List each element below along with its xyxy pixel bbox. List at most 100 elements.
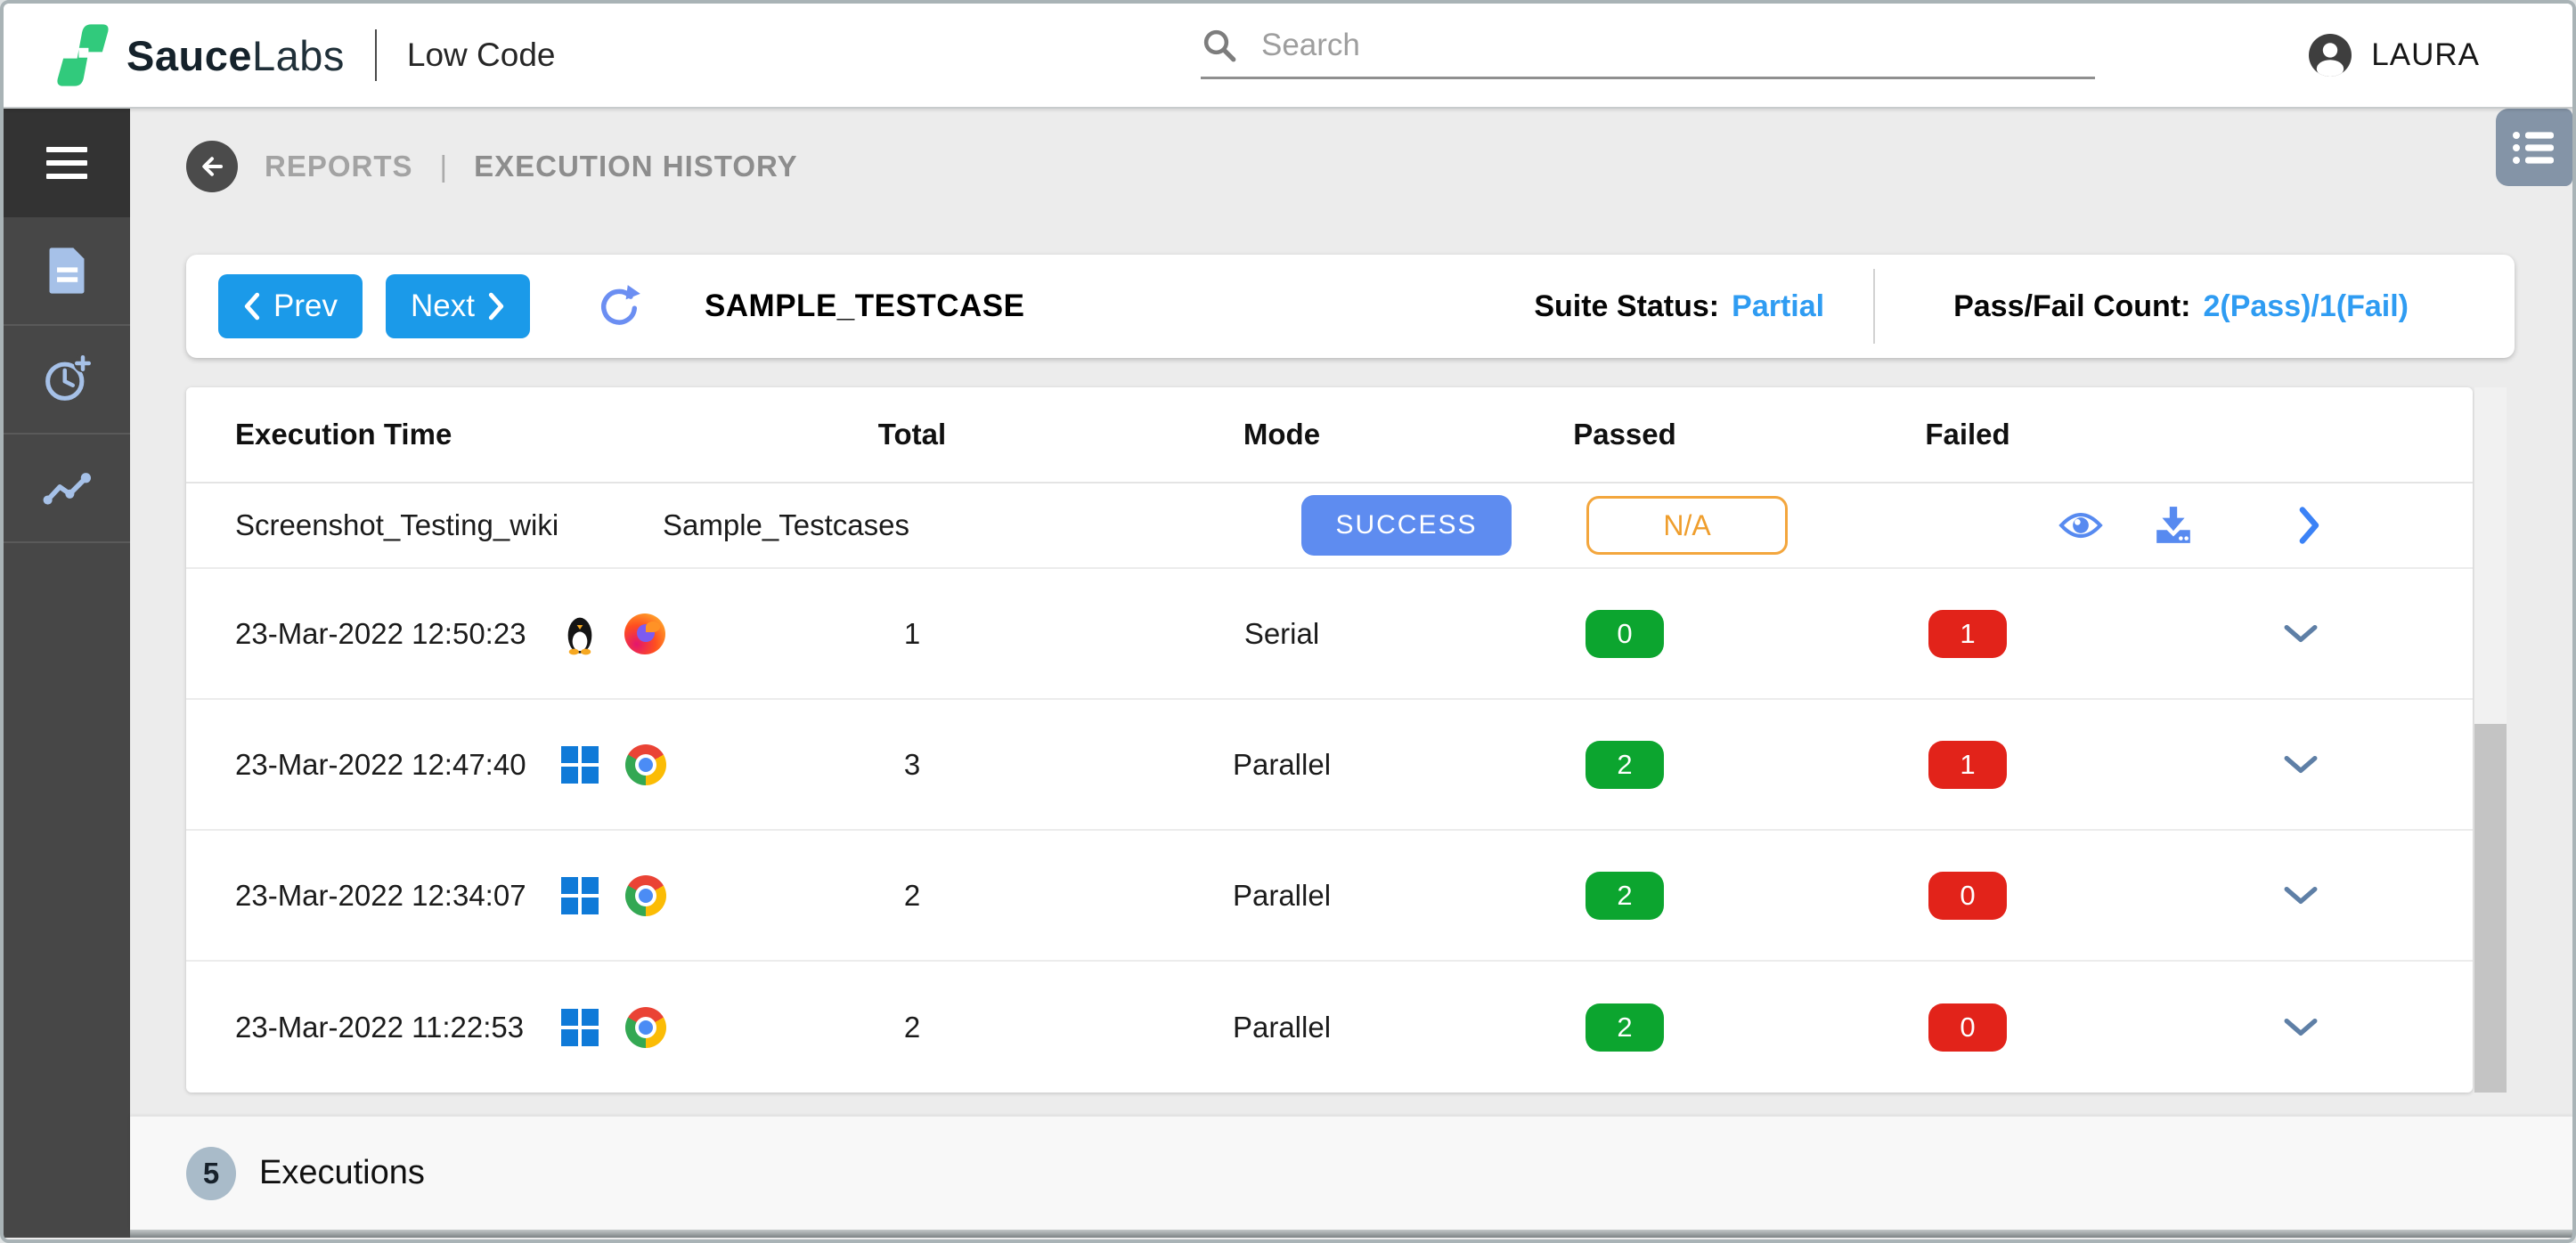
suite-status-value: Partial <box>1732 288 1825 323</box>
sidebar-item-reports[interactable] <box>4 217 130 326</box>
suite-toolbar: Prev Next SAMPLE_TESTCASE Suite Status: … <box>186 255 2515 358</box>
chevron-left-icon <box>244 292 260 321</box>
chevron-down-icon <box>2284 886 2317 904</box>
executions-table: Execution Time Total Mode Passed Failed … <box>186 387 2473 1093</box>
failed-count-badge: 1 <box>1928 609 2007 658</box>
arrow-left-icon <box>202 157 223 176</box>
expand-row-button[interactable] <box>2284 755 2318 775</box>
execution-mode: Parallel <box>1232 747 1332 781</box>
open-suite-button[interactable] <box>2299 507 2320 544</box>
scrollbar-track[interactable] <box>2474 387 2507 1093</box>
header-mode: Mode <box>1243 418 1321 451</box>
brand-bold: Sauce <box>126 31 252 79</box>
failed-count-badge: 1 <box>1928 740 2007 789</box>
sidebar <box>4 109 130 1238</box>
search-bar[interactable] <box>1201 27 2095 79</box>
clock-plus-icon <box>45 355 91 401</box>
chevron-right-icon <box>2299 507 2319 544</box>
expand-row-button[interactable] <box>2284 624 2318 644</box>
app-window: SauceLabs Low Code LAURA <box>0 0 2576 1243</box>
sidebar-item-trends[interactable] <box>4 435 130 543</box>
pass-fail-value: 2(Pass)/1(Fail) <box>2203 288 2409 323</box>
eye-icon <box>2058 512 2103 539</box>
passed-count-badge: 2 <box>1586 740 1664 789</box>
total-count: 3 <box>903 747 921 781</box>
hamburger-icon <box>46 147 87 179</box>
saucelabs-logo-icon <box>57 24 109 86</box>
brand-name: SauceLabs <box>126 31 345 80</box>
user-menu[interactable]: LAURA <box>2309 34 2572 77</box>
product-name: Low Code <box>406 37 556 73</box>
windows-icon <box>561 745 599 784</box>
suite-run-name: Screenshot_Testing_wiki <box>235 508 559 541</box>
execution-time: 23-Mar-2022 11:22:53 <box>235 1010 525 1044</box>
header-failed: Failed <box>1925 418 2010 451</box>
next-button[interactable]: Next <box>385 274 530 338</box>
back-button[interactable] <box>186 141 238 192</box>
search-input[interactable] <box>1261 28 2095 63</box>
topbar: SauceLabs Low Code LAURA <box>4 4 2572 109</box>
breadcrumb-reports[interactable]: REPORTS <box>265 150 413 183</box>
execution-row: 23-Mar-2022 12:50:23 1 Serial 0 1 <box>186 569 2473 700</box>
execution-time: 23-Mar-2022 12:47:40 <box>235 747 526 781</box>
passed-badge-na: N/A <box>1586 496 1788 555</box>
platform-icons <box>525 743 703 785</box>
avatar-icon <box>2309 34 2352 77</box>
executions-label: Executions <box>259 1154 425 1191</box>
summary-actions <box>1807 505 2473 546</box>
expand-row-button[interactable] <box>2284 886 2318 906</box>
document-icon <box>49 248 85 294</box>
download-button[interactable] <box>2153 505 2194 546</box>
passed-count-badge: 2 <box>1586 871 1664 920</box>
download-icon <box>2156 507 2190 543</box>
breadcrumb-separator: | <box>439 150 448 183</box>
suite-summary-row: Screenshot_Testing_wiki Sample_Testcases… <box>186 483 2473 569</box>
prev-button[interactable]: Prev <box>218 274 363 338</box>
next-label: Next <box>410 288 475 323</box>
passed-count-badge: 2 <box>1586 1003 1664 1052</box>
bottom-shade <box>130 1230 2572 1238</box>
firefox-icon <box>624 613 665 654</box>
expand-row-button[interactable] <box>2284 1018 2318 1037</box>
execution-time: 23-Mar-2022 12:34:07 <box>235 878 526 912</box>
passed-count-badge: 0 <box>1586 609 1664 658</box>
suite-name: Sample_Testcases <box>663 508 909 541</box>
header-execution-time: Execution Time <box>235 418 452 451</box>
execution-row: 23-Mar-2022 12:34:07 2 Parallel 2 0 <box>186 831 2473 962</box>
brand-divider <box>374 29 377 81</box>
windows-icon <box>561 876 599 914</box>
chrome-icon <box>625 743 666 785</box>
search-icon <box>1203 29 1236 62</box>
breadcrumb: REPORTS | EXECUTION HISTORY <box>186 141 2572 192</box>
header-total: Total <box>877 418 947 451</box>
table-header-row: Execution Time Total Mode Passed Failed <box>186 387 2473 483</box>
refresh-icon[interactable] <box>596 283 642 329</box>
view-button[interactable] <box>2058 510 2103 540</box>
scrollbar-thumb[interactable] <box>2474 724 2507 1093</box>
status-badge-success: SUCCESS <box>1301 495 1512 556</box>
failed-count-badge: 0 <box>1928 1003 2007 1052</box>
list-icon <box>2513 131 2554 164</box>
total-count: 1 <box>903 616 921 650</box>
linux-icon <box>567 617 592 654</box>
toolbar-divider <box>1873 269 1876 344</box>
platform-icons <box>525 874 703 916</box>
trend-line-icon <box>43 473 91 505</box>
footer: 5 Executions <box>130 1116 2572 1230</box>
breadcrumb-current-page: EXECUTION HISTORY <box>474 150 798 183</box>
testcase-name: SAMPLE_TESTCASE <box>704 288 1025 323</box>
list-panel-button[interactable] <box>2496 109 2572 186</box>
platform-icons <box>525 1006 703 1048</box>
execution-row: 23-Mar-2022 11:22:53 2 Parallel 2 0 <box>186 962 2473 1093</box>
execution-mode: Parallel <box>1232 878 1332 912</box>
chrome-icon <box>625 874 666 916</box>
suite-status-label: Suite Status: <box>1534 288 1720 323</box>
execution-time: 23-Mar-2022 12:50:23 <box>235 616 526 650</box>
sidebar-item-schedule[interactable] <box>4 326 130 435</box>
pass-fail-label: Pass/Fail Count: <box>1953 288 2191 323</box>
brand: SauceLabs Low Code <box>4 21 556 89</box>
sidebar-menu-button[interactable] <box>4 109 130 217</box>
header-passed: Passed <box>1573 418 1676 451</box>
windows-icon <box>561 1008 599 1046</box>
table-zone: Execution Time Total Mode Passed Failed … <box>186 387 2572 1093</box>
